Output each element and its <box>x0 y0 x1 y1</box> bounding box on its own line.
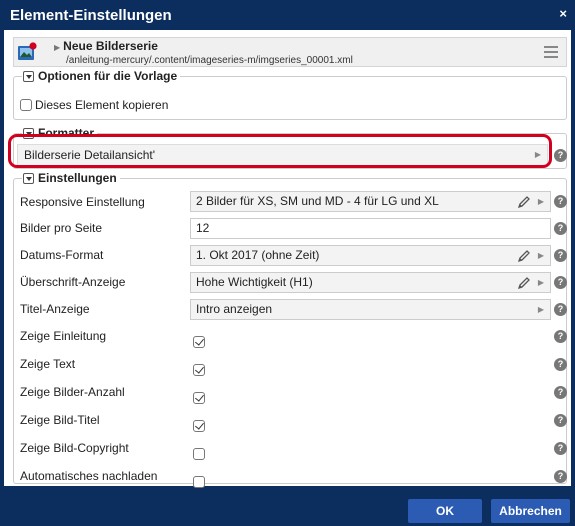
group-formatter-title: Formatter <box>38 126 95 140</box>
show-image-copyright-label: Zeige Bild-Copyright <box>20 441 129 455</box>
responsive-select-value: 2 Bilder für XS, SM und MD - 4 für LG un… <box>196 194 439 208</box>
pencil-icon[interactable] <box>516 275 532 291</box>
collapse-toggle-icon[interactable] <box>23 173 34 184</box>
help-icon[interactable]: ? <box>554 442 567 455</box>
group-einstellungen-legend[interactable]: Einstellungen <box>22 171 120 185</box>
help-icon[interactable]: ? <box>554 303 567 316</box>
collapse-toggle-icon[interactable] <box>23 128 34 139</box>
collapse-toggle-icon[interactable] <box>23 71 34 82</box>
pencil-icon[interactable] <box>516 194 532 210</box>
dialog-footer: OK Abbrechen <box>0 496 575 526</box>
auto-reload-checkbox[interactable] <box>193 476 205 488</box>
resource-header: ▶ Neue Bilderserie /anleitung-mercury/.co… <box>13 37 567 67</box>
copy-element-row[interactable]: Dieses Element kopieren <box>20 98 168 112</box>
chevron-right-icon: ▶ <box>537 305 544 314</box>
dialog-titlebar[interactable]: Element-Einstellungen × <box>0 0 575 30</box>
dialog-body: ▶ Neue Bilderserie /anleitung-mercury/.co… <box>4 30 571 488</box>
heading-display-value: Hohe Wichtigkeit (H1) <box>196 275 313 289</box>
expand-arrow-icon[interactable]: ▶ <box>54 43 60 52</box>
responsive-label: Responsive Einstellung <box>20 195 145 209</box>
help-icon[interactable]: ? <box>554 195 567 208</box>
date-format-value: 1. Okt 2017 (ohne Zeit) <box>196 248 320 262</box>
pencil-icon[interactable] <box>516 248 532 264</box>
title-display-value: Intro anzeigen <box>196 302 273 316</box>
heading-display-select[interactable]: Hohe Wichtigkeit (H1) ▶ <box>190 272 551 293</box>
group-formatter-legend[interactable]: Formatter <box>22 126 98 140</box>
show-image-title-label: Zeige Bild-Titel <box>20 413 100 427</box>
help-icon[interactable]: ? <box>554 249 567 262</box>
help-icon[interactable]: ? <box>554 386 567 399</box>
formatter-select[interactable]: Bilderserie Detailansicht' ▶ <box>17 144 548 166</box>
show-image-count-label: Zeige Bilder-Anzahl <box>20 385 125 399</box>
show-text-label: Zeige Text <box>20 357 76 371</box>
help-icon[interactable]: ? <box>554 222 567 235</box>
date-format-select[interactable]: 1. Okt 2017 (ohne Zeit) ▶ <box>190 245 551 266</box>
title-display-select[interactable]: Intro anzeigen ▶ <box>190 299 551 320</box>
responsive-select[interactable]: 2 Bilder für XS, SM und MD - 4 für LG un… <box>190 191 551 212</box>
group-optionen-title: Optionen für die Vorlage <box>38 69 178 83</box>
heading-display-label: Überschrift-Anzeige <box>20 275 126 289</box>
show-text-checkbox[interactable] <box>193 364 205 376</box>
hamburger-menu-icon[interactable] <box>544 46 558 58</box>
show-intro-label: Zeige Einleitung <box>20 329 107 343</box>
group-einstellungen: Einstellungen Responsive Einstellung 2 B… <box>13 171 567 488</box>
help-icon[interactable]: ? <box>554 149 567 162</box>
help-icon[interactable]: ? <box>554 330 567 343</box>
chevron-right-icon: ▶ <box>537 197 544 206</box>
group-optionen-legend[interactable]: Optionen für die Vorlage <box>22 69 181 83</box>
resource-title: ▶ Neue Bilderserie <box>54 39 158 53</box>
date-format-label: Datums-Format <box>20 248 104 262</box>
copy-element-label: Dieses Element kopieren <box>35 98 169 112</box>
copy-element-checkbox[interactable] <box>20 99 32 111</box>
images-per-page-label: Bilder pro Seite <box>20 221 103 235</box>
help-icon[interactable]: ? <box>554 414 567 427</box>
show-image-count-checkbox[interactable] <box>193 392 205 404</box>
show-intro-checkbox[interactable] <box>193 336 205 348</box>
resource-title-text: Neue Bilderserie <box>63 39 158 53</box>
ok-button[interactable]: OK <box>408 499 482 523</box>
show-image-title-checkbox[interactable] <box>193 420 205 432</box>
chevron-right-icon: ▶ <box>537 278 544 287</box>
help-icon[interactable]: ? <box>554 358 567 371</box>
auto-reload-label: Automatisches nachladen <box>20 469 158 483</box>
group-einstellungen-title: Einstellungen <box>38 171 117 185</box>
title-display-label: Titel-Anzeige <box>20 302 90 316</box>
close-icon[interactable]: × <box>559 6 567 21</box>
images-per-page-input[interactable]: 12 <box>190 218 551 239</box>
cancel-button[interactable]: Abbrechen <box>491 499 570 523</box>
dialog-title: Element-Einstellungen <box>10 7 172 24</box>
show-image-copyright-checkbox[interactable] <box>193 448 205 460</box>
chevron-right-icon: ▶ <box>537 251 544 260</box>
help-icon[interactable]: ? <box>554 276 567 289</box>
element-settings-dialog: Element-Einstellungen × ▶ Neue Bilderseri… <box>0 0 575 526</box>
chevron-right-icon: ▶ <box>534 150 541 159</box>
help-icon[interactable]: ? <box>554 470 567 483</box>
formatter-select-value: Bilderserie Detailansicht' <box>24 148 156 162</box>
group-optionen: Optionen für die Vorlage Dieses Element … <box>13 69 567 120</box>
images-per-page-value: 12 <box>196 221 210 235</box>
image-series-icon <box>18 42 37 60</box>
group-formatter: Formatter Bilderserie Detailansicht' ▶ ? <box>13 126 567 169</box>
resource-path: /anleitung-mercury/.content/imageseries-… <box>66 55 353 66</box>
